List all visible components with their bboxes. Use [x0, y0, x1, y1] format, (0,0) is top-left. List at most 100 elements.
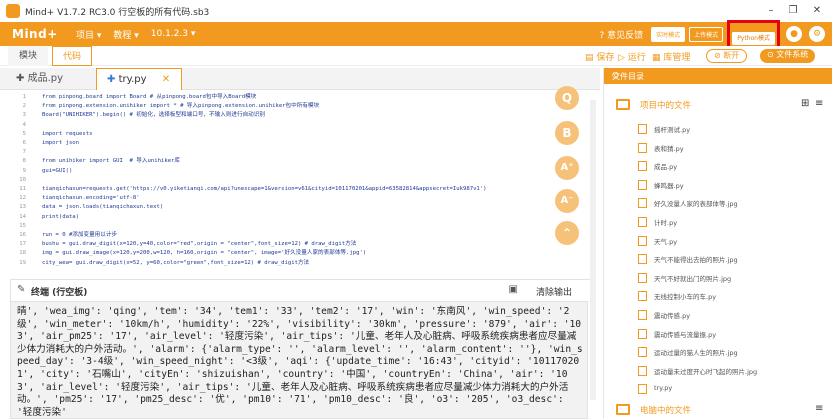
upload-mode-button[interactable]: 上传模式	[689, 26, 724, 42]
code-line[interactable]: 17 bushu = gui.draw_digit(x=120,y=40,colo…	[0, 240, 548, 248]
file-list-item[interactable]: 运动过量的猫人生的照片.jpg	[638, 344, 828, 360]
line-number: 12	[19, 195, 26, 202]
feedback-link[interactable]: ? 意见反馈	[599, 28, 643, 41]
file-list-item[interactable]: 运动量未过度开心时飞起的照片.jpg	[638, 363, 828, 379]
search-icon[interactable]: Q	[555, 86, 579, 110]
collapse-icon[interactable]: ⌃	[555, 221, 579, 245]
menu-icon[interactable]: ≡	[815, 403, 823, 414]
file-list-item[interactable]: 成品.py	[638, 158, 828, 174]
code-line[interactable]: 3 Board("UNIHIKER").begin() # 初始化，选择板型和端口…	[0, 111, 548, 119]
file-list-item[interactable]: 好久没量人家的表部体等.jpg	[638, 195, 828, 211]
file-list-item[interactable]: 摇杆测试.py	[638, 121, 828, 137]
file-system-button[interactable]: ⊙ 文件系统	[760, 49, 816, 63]
close-tab-icon[interactable]: ✕	[162, 74, 170, 85]
file-list-item[interactable]: 震动传感与流量振.py	[638, 326, 828, 342]
file-list-item[interactable]: 表和猜.py	[638, 140, 828, 156]
file-icon	[638, 142, 647, 153]
code-line[interactable]: 16 run = 0 #添加变量用以计步	[0, 231, 548, 239]
file-icon	[638, 198, 647, 209]
menu-bar: Mind+ 项目 ▾ 教程 ▾ 10.1.2.3 ▾ ? 意见反馈 实时模式 上…	[0, 19, 832, 49]
line-number: 8	[22, 158, 26, 165]
zoom-in-icon[interactable]: A⁺	[555, 156, 579, 180]
file-name: try.py	[654, 384, 673, 393]
code-text: import json	[42, 140, 80, 146]
code-line[interactable]: 8 from unihiker import GUI # 导入unihiker库	[0, 157, 548, 165]
refresh-icon[interactable]: ○	[612, 70, 827, 79]
python-mode-button[interactable]: Python模式	[732, 31, 775, 45]
file-icon	[638, 217, 647, 227]
realtime-mode-button[interactable]: 实时模式	[651, 26, 686, 42]
code-line[interactable]: 6 import json	[0, 139, 548, 147]
code-line[interactable]: 15	[0, 222, 548, 230]
code-line[interactable]: 13 data = json.loads(tianqichaxun.text)	[0, 203, 548, 211]
file-directory-panel: 文件目录 ○ 项目中的文件 ⊞ ≡ 摇杆测试.py 表和猜.py 成品.py 蜂鸣器.…	[603, 68, 832, 419]
line-number: 10	[19, 176, 26, 183]
code-line[interactable]: 10	[0, 176, 548, 184]
code-line[interactable]: 9 gui=GUI()	[0, 167, 548, 175]
add-file-icon[interactable]: ⊞	[801, 98, 809, 109]
menu-tutorial[interactable]: 教程 ▾	[113, 28, 138, 41]
file-list-item[interactable]: 无线控制小车的车.py	[638, 288, 828, 304]
file-list-item[interactable]: try.py	[638, 381, 828, 397]
maximize-button[interactable]: ❐	[780, 0, 806, 22]
code-line[interactable]: 5 import requests	[0, 130, 548, 138]
file-list-item[interactable]: 蜂鸣器.py	[638, 177, 828, 193]
code-line[interactable]: 2 from pinpong.extension.unihiker import …	[0, 102, 548, 110]
project-files-title: 项目中的文件	[640, 101, 692, 111]
code-line[interactable]: 11 tianqichaxun=requests.get('https://v0.…	[0, 185, 548, 193]
tab-code[interactable]: 代码	[52, 46, 92, 66]
close-window-button[interactable]: ✕	[804, 0, 830, 22]
code-text: gui=GUI()	[42, 167, 73, 174]
file-list-item[interactable]: 天气不能得出去拍的照片.jpg	[638, 251, 828, 267]
code-line[interactable]: 18 img = gui.draw_image(x=120,y=200,w=120…	[0, 249, 548, 257]
line-number: 1	[22, 94, 26, 100]
file-name: 蜂鸣器.py	[654, 181, 684, 190]
library-button[interactable]: ▦ 库管理	[652, 50, 690, 63]
file-icon	[638, 179, 647, 190]
question-icon: ?	[599, 30, 605, 41]
menu-icon[interactable]: ≡	[815, 98, 823, 109]
code-line[interactable]: 4	[0, 121, 548, 129]
zoom-out-icon[interactable]: A⁻	[555, 189, 579, 213]
app-logo-icon	[6, 4, 20, 18]
file-name: 运动过量的猫人生的照片.jpg	[654, 349, 738, 358]
file-list-item[interactable]: 天气不好就出门的照片.jpg	[638, 270, 828, 286]
run-button[interactable]: ▷ 运行	[618, 50, 646, 63]
code-line[interactable]: 1 from pinpong.board import Board # 从pinp…	[0, 93, 548, 101]
code-text: img = gui.draw_image(x=120,y=200,w=120, …	[42, 250, 367, 257]
code-line[interactable]: 7	[0, 148, 548, 156]
line-number: 4	[22, 121, 26, 128]
file-list-item[interactable]: 计时.py	[638, 214, 828, 230]
file-icon	[638, 254, 647, 265]
code-editor[interactable]: 1 from pinpong.board import Board # 从pinp…	[0, 91, 548, 267]
file-icon	[638, 124, 647, 134]
disconnect-button[interactable]: ⊘ 断开	[706, 49, 748, 63]
editor-scrollbar[interactable]	[590, 100, 596, 400]
file-list-item[interactable]: 震动传感.py	[638, 307, 828, 323]
menu-project[interactable]: 项目 ▾	[76, 28, 101, 41]
save-button[interactable]: ▤ 保存	[585, 50, 614, 63]
file-tab-chengpin[interactable]: ✚ 成品.py	[6, 68, 94, 90]
file-tab-try[interactable]: ✚ try.py ✕	[96, 68, 182, 90]
code-text: run = 0 #添加变量用以计步	[42, 232, 118, 238]
line-number: 13	[19, 204, 26, 211]
code-line[interactable]: 12 tianqichaxun.encoding='utf-8'	[0, 194, 548, 202]
file-name: 震动传感与流量振.py	[654, 330, 717, 339]
tab-blocks[interactable]: 模块	[8, 46, 48, 66]
settings-gear-icon[interactable]: ⚙	[809, 26, 825, 42]
file-icon	[638, 310, 647, 320]
code-line[interactable]: 19 city_wea= gui.draw_digit(x=52, y=60,co…	[0, 259, 548, 267]
file-list-item[interactable]: 天气.py	[638, 233, 828, 249]
terminal-text: 晴', 'wea_img': 'qing', 'tem': '34', 'tem…	[17, 306, 583, 418]
window-title: Mind+ V1.7.2 RC3.0 行空板的所有代码.sb3	[25, 7, 210, 18]
terminal-output[interactable]: 晴', 'wea_img': 'qing', 'tem': '34', 'tem…	[10, 301, 588, 419]
play-icon: ▷	[618, 53, 625, 63]
clear-output-button[interactable]: 清除输出	[536, 285, 572, 298]
file-name: 天气.py	[654, 237, 678, 246]
menu-device-address[interactable]: 10.1.2.3 ▾	[151, 29, 196, 39]
format-code-icon[interactable]: B	[555, 121, 579, 145]
code-line[interactable]: 14 print(data)	[0, 213, 548, 221]
line-number: 17	[19, 241, 26, 248]
line-number: 3	[22, 112, 26, 119]
user-icon[interactable]: ●	[786, 26, 802, 42]
